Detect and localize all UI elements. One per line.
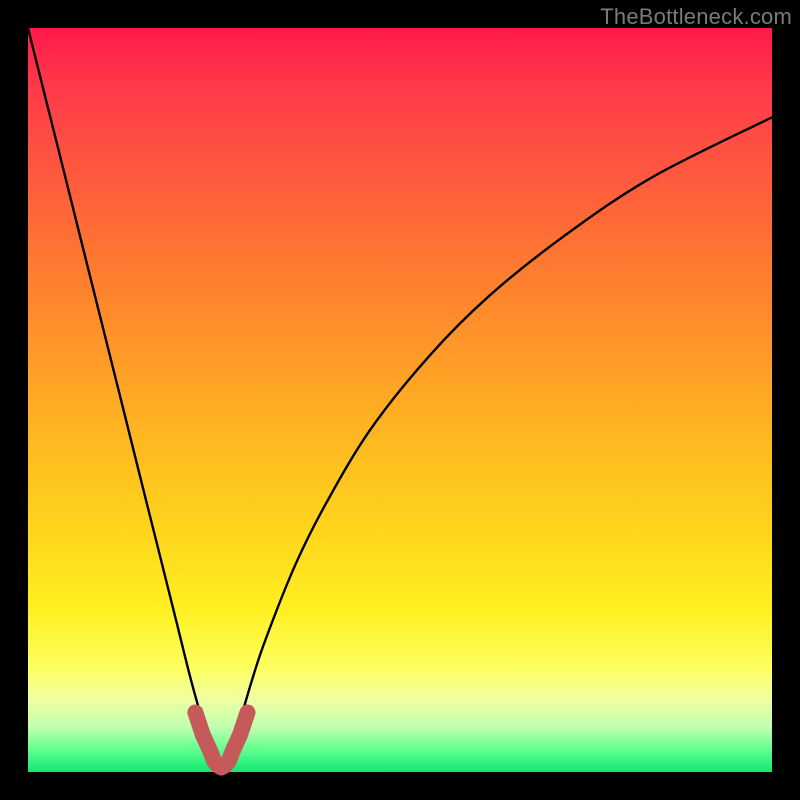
- trough-marker-series: [195, 713, 247, 768]
- bottleneck-curve: [28, 28, 772, 768]
- watermark-text: TheBottleneck.com: [600, 4, 792, 30]
- chart-plot-area: [28, 28, 772, 772]
- chart-svg: [28, 28, 772, 772]
- trough-marker-line: [195, 713, 247, 768]
